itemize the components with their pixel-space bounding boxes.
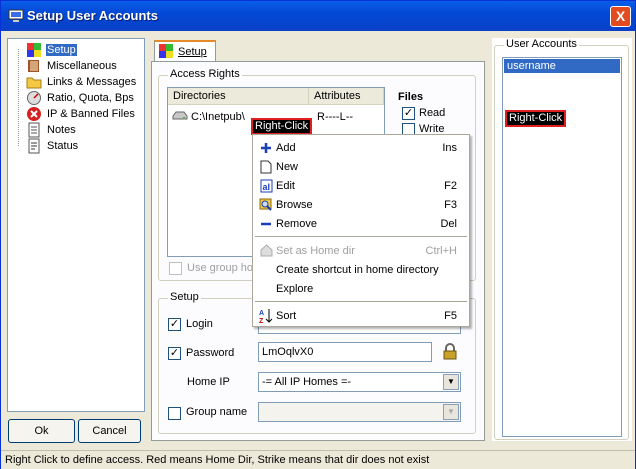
tree-item-ratio-quota[interactable]: Ratio, Quota, Bps: [26, 90, 135, 106]
directory-attributes: R----L--: [317, 110, 354, 123]
menu-item-add[interactable]: Add Ins: [253, 138, 469, 157]
svg-text:A: A: [259, 310, 264, 317]
setup-user-accounts-window: Setup User Accounts X Setup Miscellaneou…: [0, 0, 636, 469]
title-bar[interactable]: Setup User Accounts X: [1, 1, 635, 31]
column-header-attributes[interactable]: Attributes: [309, 88, 384, 105]
folder-icon: [26, 74, 42, 90]
group-name-select[interactable]: ▼: [258, 402, 461, 422]
password-checkbox[interactable]: ✓: [168, 347, 181, 360]
tree-item-label: Status: [47, 140, 79, 152]
right-click-callout-right: Right-Click: [505, 110, 567, 127]
tree-item-ip-banned[interactable]: IP & Banned Files: [26, 106, 136, 122]
browse-icon: [258, 197, 274, 213]
menu-item-new[interactable]: New: [253, 157, 469, 176]
user-row[interactable]: username: [504, 59, 620, 73]
plus-icon: [258, 140, 274, 156]
new-doc-icon: [258, 159, 274, 175]
group-name-label: Group name: [186, 406, 248, 418]
drive-icon: [172, 109, 188, 124]
right-click-callout-left: Right-Click: [251, 118, 313, 135]
menu-item-browse[interactable]: Browse F3: [253, 195, 469, 214]
password-label: Password: [186, 347, 235, 359]
login-label: Login: [186, 318, 213, 330]
menu-separator: [255, 236, 467, 237]
tree-item-notes[interactable]: Notes: [26, 122, 77, 138]
use-group-home-checkbox[interactable]: [169, 262, 182, 275]
svg-text:Z: Z: [259, 318, 264, 324]
home-ip-value: -= All IP Homes =-: [262, 376, 352, 388]
chevron-down-icon[interactable]: ▼: [443, 374, 459, 390]
status-bar: Right Click to define access. Red means …: [1, 450, 635, 469]
notes-icon: [26, 122, 42, 138]
column-header-directories[interactable]: Directories: [168, 88, 309, 105]
tree-connector: [18, 49, 19, 146]
menu-item-remove[interactable]: Remove Del: [253, 214, 469, 233]
cancel-button[interactable]: Cancel: [78, 419, 141, 443]
edit-icon: al: [258, 178, 274, 194]
group-name-checkbox[interactable]: [168, 407, 181, 420]
menu-item-explore[interactable]: Explore: [253, 279, 469, 298]
sort-az-icon: AZ: [258, 308, 274, 324]
menu-item-create-shortcut[interactable]: Create shortcut in home directory: [253, 260, 469, 279]
close-icon: X: [615, 8, 626, 24]
tree-item-label: IP & Banned Files: [47, 108, 135, 120]
home-ip-select[interactable]: -= All IP Homes =- ▼: [258, 372, 461, 392]
setup-group-title: Setup: [168, 291, 201, 303]
category-tree[interactable]: Setup Miscellaneous Links & Messages Rat…: [7, 38, 145, 412]
menu-separator: [255, 301, 467, 302]
use-group-home-label: Use group ho: [187, 262, 254, 274]
close-button[interactable]: X: [610, 6, 631, 27]
tree-item-label: Miscellaneous: [47, 60, 117, 72]
tree-item-label: Setup: [46, 44, 77, 56]
menu-item-edit[interactable]: al Edit F2: [253, 176, 469, 195]
ok-button[interactable]: Ok: [8, 419, 75, 443]
app-icon: [8, 9, 24, 22]
read-label: Read: [419, 107, 446, 119]
password-field[interactable]: LmOqlvX0: [258, 342, 432, 362]
gauge-icon: [26, 90, 42, 106]
banned-icon: [26, 106, 42, 122]
tab-setup[interactable]: Setup: [154, 40, 216, 62]
setup-blocks-icon: [26, 42, 42, 58]
context-menu: Add Ins New al Edit F2 Browse F3 Remove …: [252, 134, 470, 327]
tree-item-label: Notes: [47, 124, 76, 136]
svg-text:al: al: [262, 182, 270, 192]
tree-item-links-messages[interactable]: Links & Messages: [26, 74, 137, 90]
tree-item-label: Links & Messages: [47, 76, 137, 88]
user-accounts-title: User Accounts: [504, 38, 579, 50]
tree-item-status[interactable]: Status: [26, 138, 79, 154]
setup-blocks-icon: [158, 43, 174, 62]
home-icon: [258, 243, 274, 259]
access-rights-title: Access Rights: [168, 68, 242, 80]
tree-item-setup[interactable]: Setup: [26, 42, 77, 58]
menu-item-sort[interactable]: AZ Sort F5: [253, 306, 469, 325]
tree-item-label: Ratio, Quota, Bps: [47, 92, 134, 104]
tab-label: Setup: [178, 46, 207, 58]
chevron-down-icon[interactable]: ▼: [443, 404, 459, 420]
status-icon: [26, 138, 42, 154]
book-icon: [26, 58, 42, 74]
tree-item-miscellaneous[interactable]: Miscellaneous: [26, 58, 118, 74]
home-ip-label: Home IP: [187, 376, 230, 388]
menu-item-set-home-dir[interactable]: Set as Home dir Ctrl+H: [253, 241, 469, 260]
window-title: Setup User Accounts: [27, 8, 158, 23]
files-title: Files: [398, 91, 424, 103]
minus-icon: [258, 216, 274, 232]
read-checkbox[interactable]: ✓: [402, 107, 415, 120]
login-checkbox[interactable]: ✓: [168, 318, 181, 331]
lock-icon[interactable]: [442, 343, 458, 363]
